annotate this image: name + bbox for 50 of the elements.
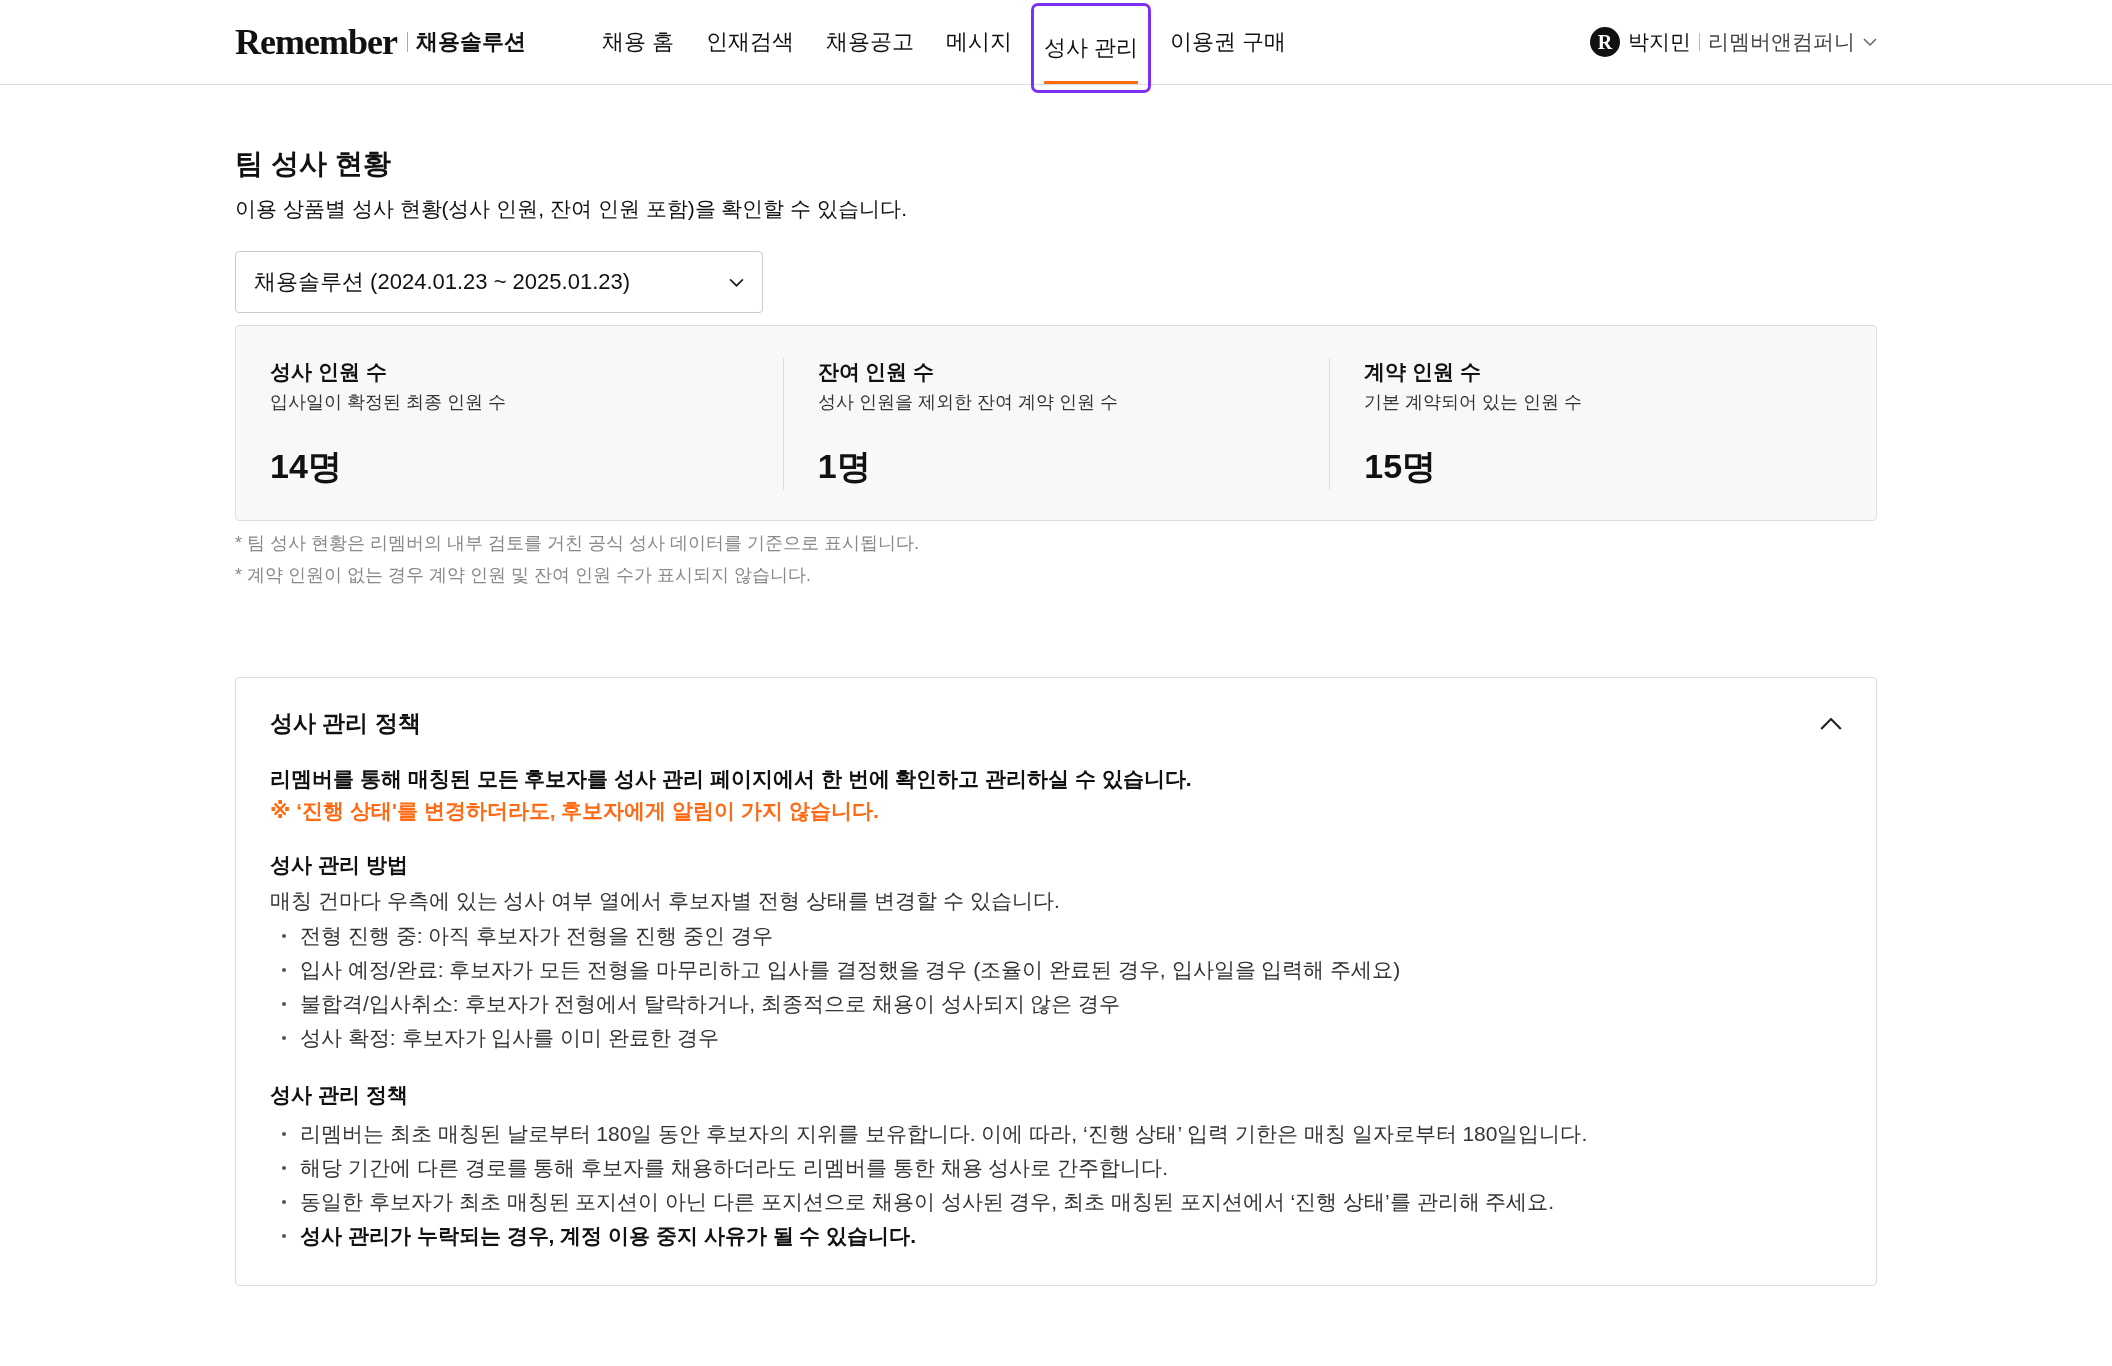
bullet-icon	[282, 1166, 286, 1170]
accordion-title[interactable]: 성사 관리 정책	[270, 708, 421, 739]
bullet-text: 리멤버는 최초 매칭된 날로부터 180일 동안 후보자의 지위를 보유합니다. 이에 따라, ‘진행 상태’ 입력 기한은 매칭 일자로부터 180일입니다.	[300, 1121, 1588, 1147]
bullet-text: 전형 진행 중: 아직 후보자가 전형을 진행 중인 경우	[300, 923, 773, 949]
footnote: * 팀 성사 현황은 리멤버의 내부 검토를 거친 공식 성사 데이터를 기준으로 표시됩니다.	[235, 532, 921, 555]
subsection-heading: 성사 관리 방법	[270, 852, 409, 878]
stat-description: 기본 계약되어 있는 인원 수	[1364, 391, 1584, 414]
stat-description: 입사일이 확정된 최종 인원 수	[270, 391, 507, 414]
stat-label: 계약 인원 수	[1364, 359, 1482, 385]
footnote: * 계약 인원이 없는 경우 계약 인원 및 잔여 인원 수가 표시되지 않습니다.	[235, 564, 813, 587]
bullet-text: 입사 예정/완료: 후보자가 모든 전형을 마무리하고 입사를 결정했을 경우 (조율이 완료된 경우, 입사일을 입력해 주세요)	[300, 957, 1401, 983]
stat-label: 잔여 인원 수	[817, 359, 936, 385]
chevron-up-icon[interactable]	[1820, 717, 1842, 730]
section-title: 팀 성사 현황	[235, 147, 392, 181]
chevron-down-icon[interactable]	[1863, 38, 1877, 46]
bullet-text: 성사 관리가 누락되는 경우, 계정 이용 중지 사유가 될 수 있습니다.	[300, 1223, 916, 1249]
bullet-text: 동일한 후보자가 최초 매칭된 포지션이 아닌 다른 포지션으로 채용이 성사된 경우, 최초 매칭된 포지션에서 ‘진행 상태’를 관리해 주세요.	[300, 1189, 1555, 1215]
subsection-heading: 성사 관리 정책	[270, 1082, 409, 1108]
nav-tab[interactable]: 인재검색	[690, 0, 811, 84]
product-name: 채용솔루션	[406, 32, 526, 52]
nav-tab[interactable]: 채용공고	[810, 0, 931, 84]
nav-tab[interactable]: 이용권 구매	[1154, 0, 1303, 84]
bullet-text: 해당 기간에 다른 경로를 통해 후보자를 채용하더라도 리멤버를 통한 채용 성사로 간주합니다.	[300, 1155, 1168, 1181]
bullet-icon	[282, 934, 286, 938]
chevron-down-icon	[729, 277, 744, 287]
nav-tab[interactable]: 성사 관리	[1028, 0, 1155, 96]
stat-value: 1명	[817, 446, 872, 487]
stat-value: 14명	[270, 446, 343, 487]
bullet-icon	[282, 1036, 286, 1040]
product-select[interactable]: 채용솔루션 (2024.01.23 ~ 2025.01.23)	[235, 251, 763, 313]
bullet-text: 성사 확정: 후보자가 입사를 이미 완료한 경우	[300, 1025, 719, 1051]
avatar-icon[interactable]: R	[1590, 27, 1620, 57]
stat-description: 성사 인원을 제외한 잔여 계약 인원 수	[817, 391, 1119, 414]
bullet-text: 불합격/입사취소: 후보자가 전형에서 탈락하거나, 최종적으로 채용이 성사되지 않은 경우	[300, 991, 1121, 1017]
user-name[interactable]: 박지민	[1628, 28, 1691, 56]
logo[interactable]: Remember	[235, 21, 397, 63]
intro-text: 리멤버를 통해 매칭된 모든 후보자를 성사 관리 페이지에서 한 번에 확인하고 관리하실 수 있습니다.	[270, 766, 1193, 792]
bullet-icon	[282, 968, 286, 972]
company-name[interactable]: 리멤버앤컴퍼니	[1699, 33, 1855, 51]
bullet-icon	[282, 1200, 286, 1204]
bullet-icon	[282, 1132, 286, 1136]
nav-tab[interactable]: 채용 홈	[585, 0, 691, 84]
subsection-description: 매칭 건마다 우측에 있는 성사 여부 열에서 후보자별 전형 상태를 변경할 수 있습니다.	[270, 888, 1061, 914]
stat-label: 성사 인원 수	[270, 359, 388, 385]
warning-text: ※ ‘진행 상태'를 변경하더라도, 후보자에게 알림이 가지 않습니다.	[270, 798, 880, 824]
section-description: 이용 상품별 성사 현황(성사 인원, 잔여 인원 포함)을 확인할 수 있습니다.	[235, 196, 908, 222]
bullet-icon	[282, 1234, 286, 1238]
stat-value: 15명	[1364, 446, 1438, 487]
bullet-icon	[282, 1002, 286, 1006]
nav-tab[interactable]: 메시지	[930, 0, 1029, 84]
